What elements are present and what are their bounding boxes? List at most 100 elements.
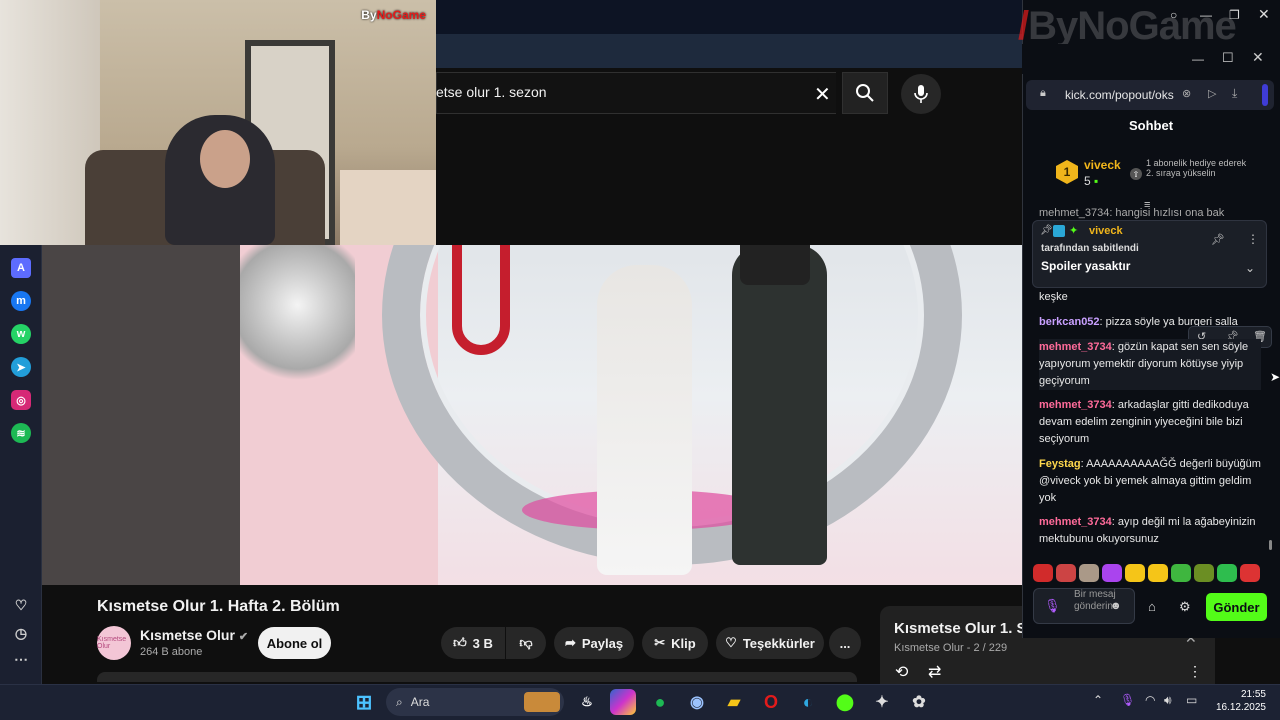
like-count: 3 B: [472, 635, 493, 651]
emote-icon[interactable]: [1056, 564, 1076, 582]
pinned-user[interactable]: viveck: [1089, 225, 1123, 237]
youtube-search-input[interactable]: etse olur 1. sezon: [436, 84, 547, 100]
search-clear-icon[interactable]: ✕: [814, 82, 831, 107]
telegram-icon[interactable]: ➤: [11, 357, 31, 377]
channel-name[interactable]: Kısmetse Olur ✔: [140, 627, 248, 643]
battery-icon[interactable]: ▭: [1186, 693, 1197, 707]
message-user[interactable]: berkcan052: [1039, 316, 1100, 328]
shuffle-icon[interactable]: ⇄: [928, 662, 941, 682]
message-user[interactable]: mehmet_3734: [1039, 516, 1112, 528]
message-user[interactable]: mehmet_3734: [1039, 399, 1112, 411]
voice-search-button[interactable]: [901, 74, 941, 114]
subscribe-button[interactable]: Abone ol: [258, 627, 331, 659]
outer-record-icon[interactable]: ○: [1170, 8, 1177, 22]
taskbar-spotify-icon[interactable]: ●: [647, 689, 673, 715]
download-icon[interactable]: ⤓: [1232, 86, 1237, 101]
chat-message: keşke: [1039, 289, 1261, 306]
taskbar-clock[interactable]: 21:55 16.12.2025: [1212, 688, 1266, 714]
pinned-message[interactable]: 📌︎ ✦ viveck tarafından sabitlendi Spoile…: [1032, 220, 1267, 288]
kick-icon[interactable]: ⬤: [832, 689, 858, 715]
instagram-icon[interactable]: ◎: [11, 390, 31, 410]
settings-gear-icon[interactable]: ⚙: [1179, 599, 1191, 615]
emoji-icon[interactable]: ☻: [1110, 600, 1122, 612]
app-grid-icon[interactable]: ✦: [869, 689, 895, 715]
play-icon[interactable]: ▷: [1208, 87, 1216, 100]
heart-icon[interactable]: ♡: [11, 595, 31, 615]
aria-icon[interactable]: A: [11, 258, 31, 278]
screen: ByNoGame etse olur 1. sezon ✕ A m w ➤ ◎ …: [0, 0, 1280, 720]
chevron-down-icon[interactable]: ⌄: [1245, 261, 1255, 275]
taskbar: [0, 684, 1280, 720]
share-button[interactable]: ➦ Paylaş: [554, 627, 634, 659]
channel-avatar[interactable]: Kısmetse Olur: [97, 626, 131, 660]
microphone-icon[interactable]: 🎙︎: [1044, 598, 1061, 614]
emote-icon[interactable]: [1125, 564, 1145, 582]
chat-minimize-icon[interactable]: —: [1192, 52, 1204, 66]
vpn-icon[interactable]: ⊗: [1182, 87, 1191, 100]
tray-chevron-icon[interactable]: ⌃: [1093, 693, 1103, 707]
whatsapp-icon[interactable]: w: [11, 324, 31, 344]
loop-icon[interactable]: ⟲: [895, 662, 908, 682]
video-top-hat: [740, 245, 810, 285]
chat-scrollbar[interactable]: [1269, 540, 1272, 550]
more-actions-button[interactable]: ...: [829, 627, 861, 659]
channel-subscriber-count: 264 B abone: [140, 646, 203, 658]
spotify-icon[interactable]: ≋: [11, 423, 31, 443]
pinned-menu-icon[interactable]: ⋮: [1247, 232, 1259, 246]
store-icon[interactable]: ⌂: [1148, 599, 1156, 614]
copilot-icon[interactable]: [610, 689, 636, 715]
thanks-button[interactable]: ♡ Teşekkürler: [716, 627, 824, 659]
emote-icon[interactable]: [1217, 564, 1237, 582]
chat-maximize-icon[interactable]: ☐: [1222, 50, 1234, 66]
message-user[interactable]: mehmet_3734: [1039, 341, 1112, 353]
outer-close-icon[interactable]: ✕: [1258, 6, 1270, 23]
video-player[interactable]: [42, 245, 1022, 585]
share-label: Paylaş: [581, 635, 624, 651]
chat-url-text[interactable]: kick.com/popout/oks: [1065, 88, 1174, 102]
app-icon[interactable]: ◉: [684, 689, 710, 715]
clip-button[interactable]: ✂ Klip: [642, 627, 708, 659]
browser-top-strip: [436, 0, 1023, 34]
top-gifter-banner: 1 viveck 5 ▪ ⇧ 1 abonelik hediye ederek …: [1022, 146, 1280, 200]
playlist-menu-icon[interactable]: ⋮: [1188, 663, 1202, 680]
volume-icon[interactable]: 🔊︎: [1164, 693, 1172, 708]
description-box[interactable]: [97, 672, 857, 682]
chatgpt-icon[interactable]: ✿: [906, 689, 932, 715]
send-button[interactable]: Gönder: [1206, 593, 1267, 621]
edge-icon[interactable]: ◐: [795, 689, 821, 715]
gifter-rank-badge: 1: [1056, 160, 1078, 184]
emote-icon[interactable]: [1171, 564, 1191, 582]
emote-icon[interactable]: [1079, 564, 1099, 582]
emote-icon[interactable]: [1102, 564, 1122, 582]
gifter-count: 5 ▪: [1084, 174, 1098, 188]
message-user[interactable]: Feystag: [1039, 458, 1081, 470]
wifi-icon[interactable]: ◠: [1145, 693, 1155, 707]
video-diamond: [240, 245, 355, 395]
chat-input[interactable]: 🎙︎ Bir mesaj gönderin ☻: [1033, 588, 1135, 624]
windows-start-icon[interactable]: ⊞: [351, 689, 377, 715]
tray-mic-icon[interactable]: 🎙︎: [1120, 693, 1135, 707]
unpin-icon[interactable]: 📌︎: [1211, 233, 1225, 246]
outer-minimize-icon[interactable]: —: [1200, 8, 1212, 22]
like-button[interactable]: 👍︎ 3 B: [441, 627, 505, 659]
steam-icon[interactable]: ♨: [574, 689, 600, 715]
emote-icon[interactable]: [1033, 564, 1053, 582]
playlist-title[interactable]: Kısmetse Olur 1. S: [894, 620, 1024, 637]
gifter-name[interactable]: viveck: [1084, 158, 1121, 172]
messenger-icon[interactable]: m: [11, 291, 31, 311]
dislike-button[interactable]: 👎︎: [506, 627, 546, 659]
scissors-icon: ✂: [654, 635, 666, 650]
history-icon[interactable]: ◷: [11, 623, 31, 643]
taskbar-search[interactable]: ⌕ Ara: [386, 688, 564, 716]
emote-icon[interactable]: [1240, 564, 1260, 582]
pinned-by-text: tarafından sabitlendi: [1041, 243, 1139, 254]
search-button[interactable]: [842, 72, 888, 114]
chat-close-icon[interactable]: ✕: [1252, 49, 1264, 66]
more-icon[interactable]: ⋯: [11, 649, 31, 669]
emote-icon[interactable]: [1194, 564, 1214, 582]
opera-icon[interactable]: O: [758, 689, 784, 715]
file-explorer-icon[interactable]: ▰: [721, 689, 747, 715]
emote-icon[interactable]: [1148, 564, 1168, 582]
logo-prefix: By: [361, 8, 377, 22]
outer-restore-icon[interactable]: ❐: [1229, 8, 1240, 22]
